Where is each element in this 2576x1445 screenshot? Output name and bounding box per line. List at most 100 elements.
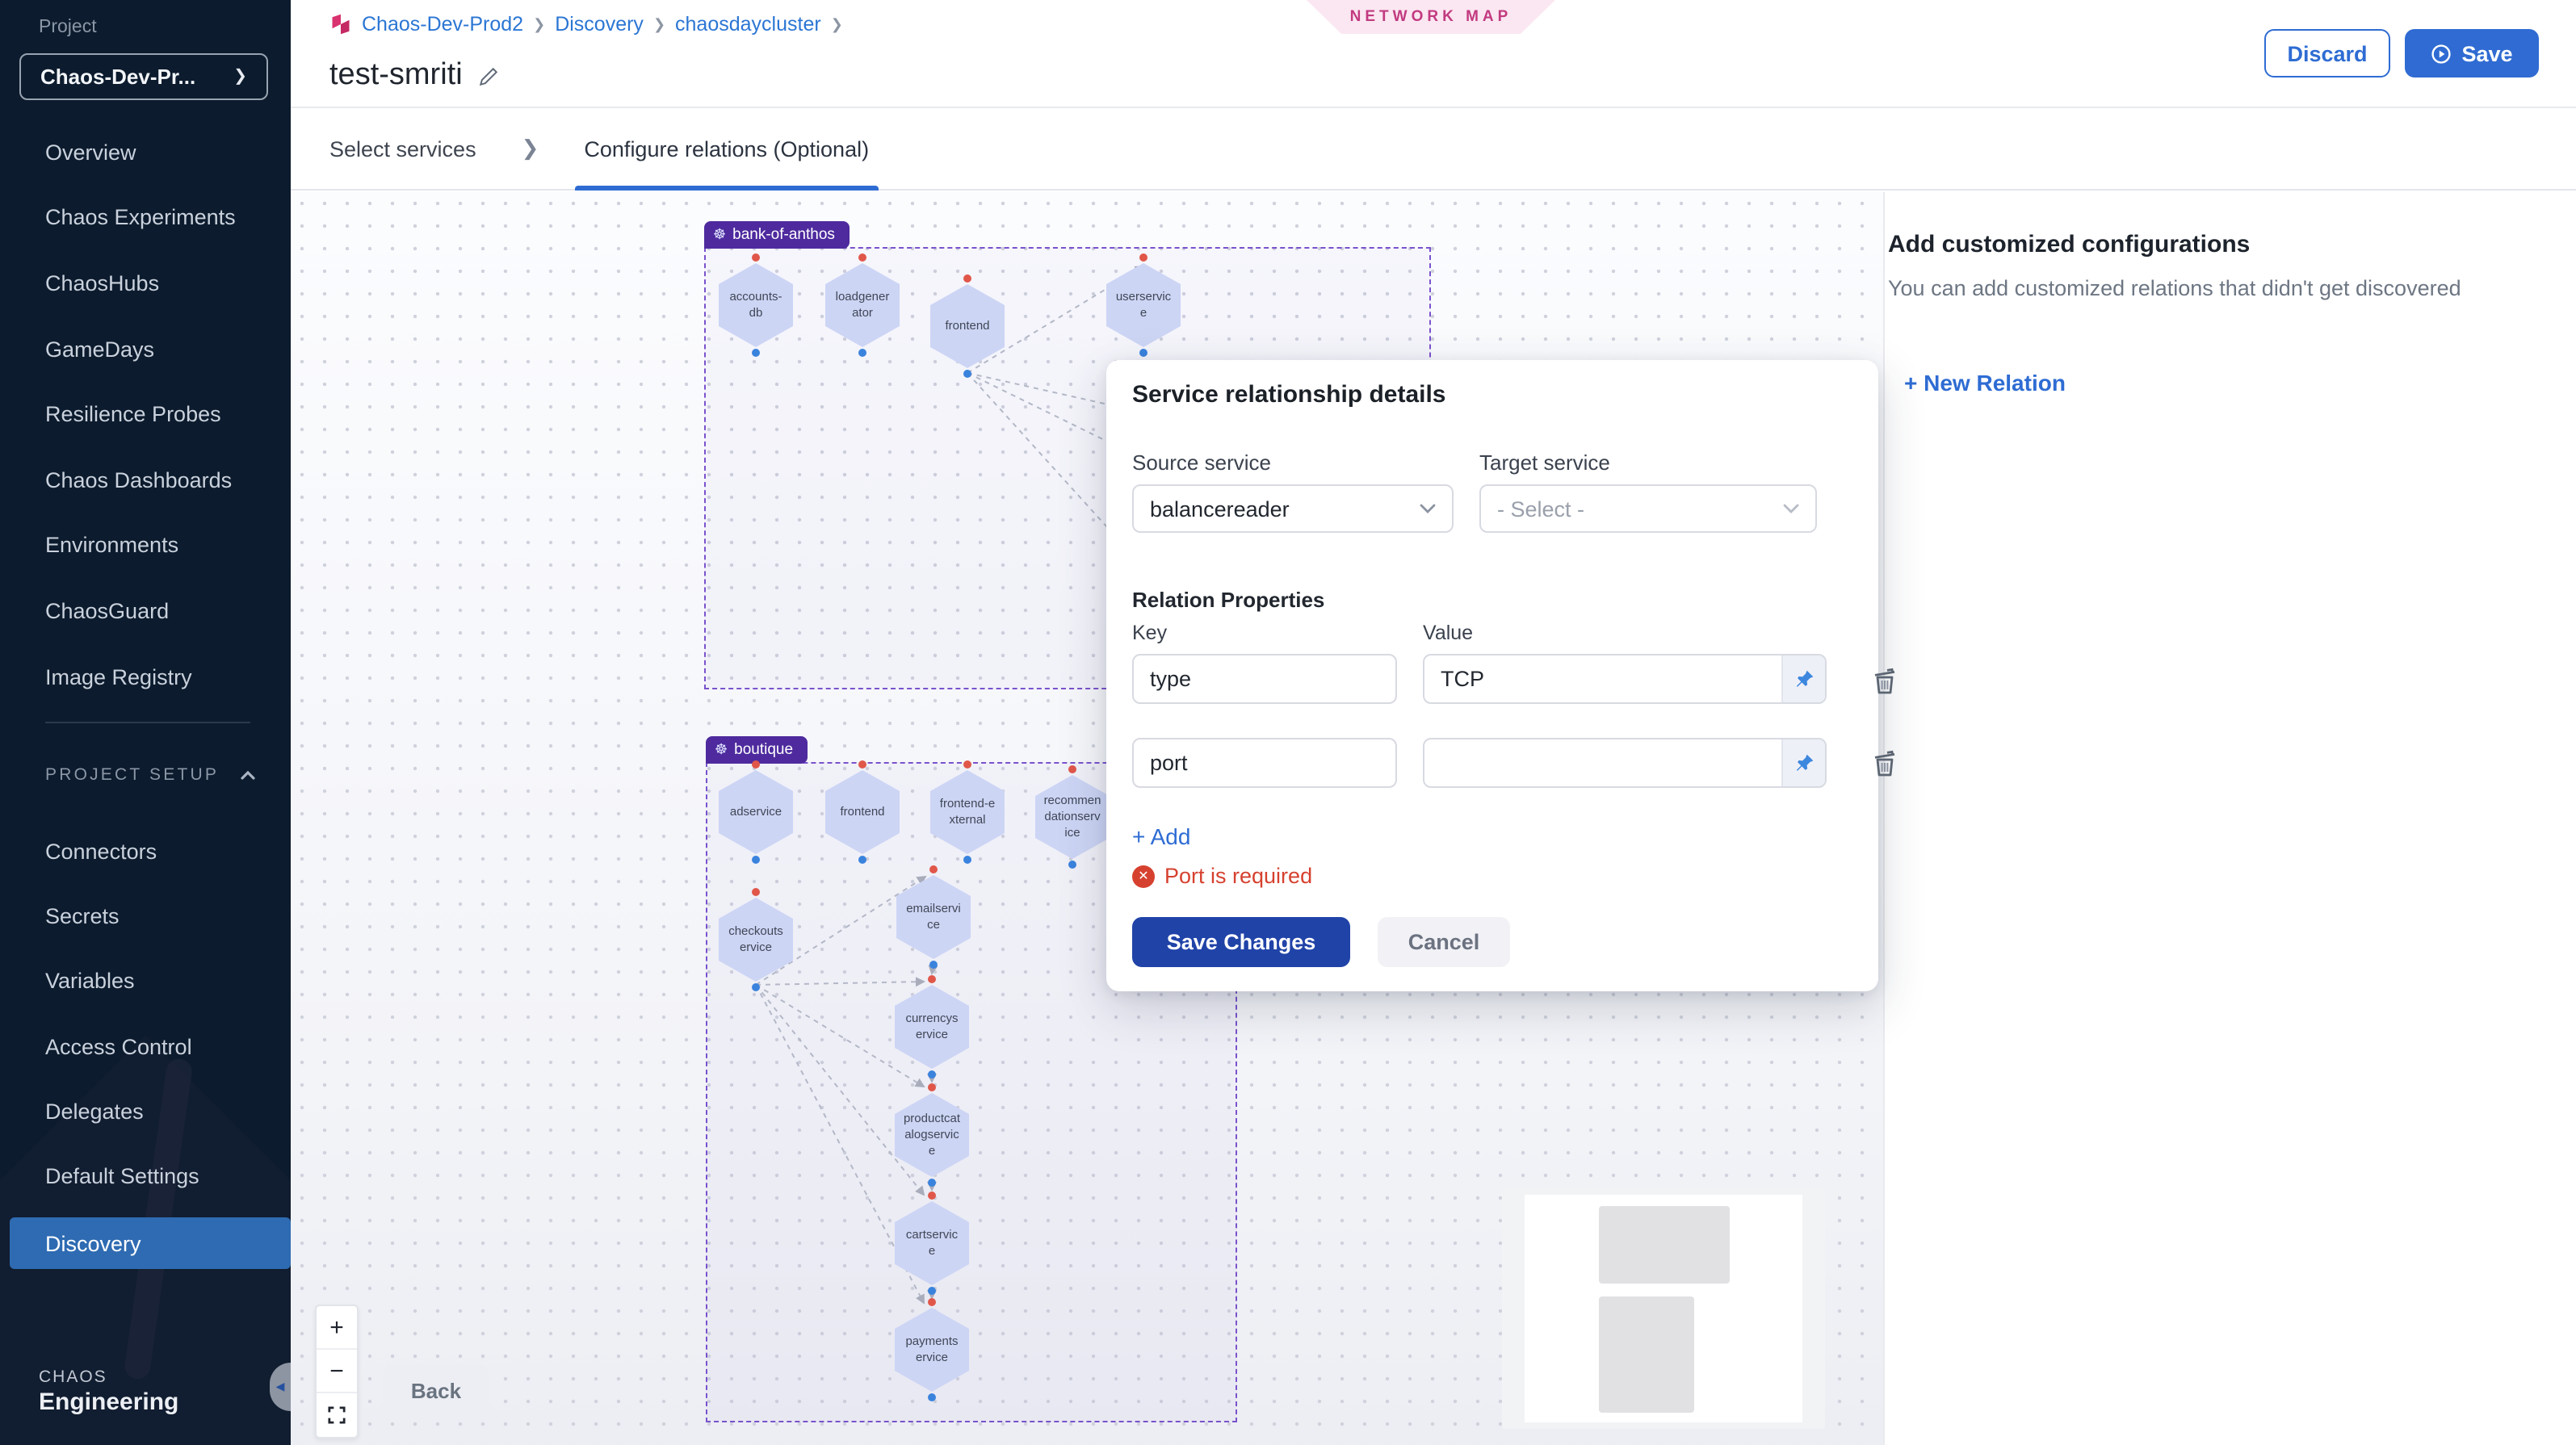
- pin-value-button[interactable]: [1781, 739, 1825, 786]
- chevron-up-icon: [241, 770, 255, 780]
- port-dot-out[interactable]: [928, 1179, 936, 1187]
- save-changes-button[interactable]: Save Changes: [1132, 917, 1350, 967]
- port-dot-in[interactable]: [928, 1192, 936, 1200]
- sidebar-nav: Overview Chaos Experiments ChaosHubs Gam…: [0, 119, 291, 710]
- service-hexagon: loadgenerator: [825, 263, 900, 347]
- sidebar-item-default-settings[interactable]: Default Settings: [0, 1144, 291, 1209]
- tab-select-services[interactable]: Select services: [320, 108, 486, 189]
- port-dot-out[interactable]: [752, 349, 760, 357]
- service-node-paymentservice[interactable]: paymentservice: [895, 1308, 969, 1392]
- new-relation-button[interactable]: + New Relation: [1904, 370, 2550, 396]
- sidebar-item-gamedays[interactable]: GameDays: [0, 316, 291, 382]
- service-node-emailservice[interactable]: emailservice: [896, 875, 971, 959]
- port-dot-in[interactable]: [928, 975, 936, 983]
- service-node-cartservice[interactable]: cartservice: [895, 1201, 969, 1285]
- port-dot-out[interactable]: [1139, 349, 1147, 357]
- target-service-select[interactable]: - Select -: [1479, 484, 1817, 533]
- sidebar-item-chaos-experiments[interactable]: Chaos Experiments: [0, 185, 291, 250]
- port-dot-out[interactable]: [858, 349, 866, 357]
- app-root: Project Chaos-Dev-Pr... ❯ Overview Chaos…: [0, 0, 2576, 1445]
- page-title: test-smriti: [329, 58, 463, 94]
- project-selector[interactable]: Chaos-Dev-Pr... ❯: [19, 53, 268, 100]
- sidebar-item-resilience-probes[interactable]: Resilience Probes: [0, 382, 291, 447]
- relation-key-input-1[interactable]: [1132, 654, 1397, 704]
- zoom-in-button[interactable]: +: [317, 1306, 357, 1350]
- port-dot-in[interactable]: [752, 253, 760, 262]
- port-dot-out[interactable]: [928, 1393, 936, 1401]
- service-hexagon: adservice: [719, 770, 793, 854]
- sidebar-item-image-registry[interactable]: Image Registry: [0, 644, 291, 710]
- zoom-out-button[interactable]: −: [317, 1350, 357, 1393]
- sidebar-item-environments[interactable]: Environments: [0, 513, 291, 578]
- save-button[interactable]: Save: [2405, 29, 2539, 77]
- service-node-userservice[interactable]: userservice: [1106, 263, 1181, 347]
- service-node-frontend-boutique[interactable]: frontend: [825, 770, 900, 854]
- group-badge-boutique[interactable]: ☸ boutique: [705, 736, 808, 764]
- minimap-viewport[interactable]: [1525, 1195, 1802, 1422]
- port-dot-out[interactable]: [752, 856, 760, 864]
- port-dot-out[interactable]: [963, 856, 971, 864]
- service-node-accounts-db[interactable]: accounts-db: [719, 263, 793, 347]
- port-dot-in[interactable]: [752, 760, 760, 769]
- sidebar-item-variables[interactable]: Variables: [0, 949, 291, 1014]
- sidebar-item-chaos-dashboards[interactable]: Chaos Dashboards: [0, 447, 291, 513]
- edit-pencil-icon[interactable]: [479, 65, 500, 86]
- sidebar-item-overview[interactable]: Overview: [0, 119, 291, 185]
- port-dot-out[interactable]: [929, 961, 938, 969]
- port-dot-out[interactable]: [1068, 861, 1076, 869]
- sidebar-item-access-control[interactable]: Access Control: [0, 1014, 291, 1079]
- kubernetes-icon: ☸: [713, 226, 726, 244]
- service-node-productcatalogservice[interactable]: productcatalogservice: [895, 1093, 969, 1177]
- port-dot-in[interactable]: [752, 888, 760, 896]
- service-node-frontend-bank[interactable]: frontend: [930, 284, 1005, 368]
- port-dot-in[interactable]: [858, 253, 866, 262]
- chevron-right-icon: ❯: [522, 108, 539, 189]
- relation-key-input-2[interactable]: [1132, 738, 1397, 788]
- port-dot-in[interactable]: [1139, 253, 1147, 262]
- port-dot-in[interactable]: [858, 760, 866, 769]
- cancel-button[interactable]: Cancel: [1378, 917, 1510, 967]
- fullscreen-button[interactable]: [317, 1393, 357, 1437]
- add-property-link[interactable]: + Add: [1132, 823, 1190, 849]
- relation-value-input-1[interactable]: [1424, 655, 1781, 702]
- kubernetes-icon: ☸: [715, 741, 728, 759]
- discard-button[interactable]: Discard: [2264, 29, 2390, 77]
- port-dot-out[interactable]: [928, 1287, 936, 1295]
- port-dot-in[interactable]: [963, 274, 971, 283]
- service-node-currencyservice[interactable]: currencyservice: [895, 985, 969, 1069]
- sidebar-item-secrets[interactable]: Secrets: [0, 884, 291, 949]
- service-node-adservice[interactable]: adservice: [719, 770, 793, 854]
- service-node-checkoutservice[interactable]: checkoutservice: [719, 898, 793, 982]
- port-dot-in[interactable]: [928, 1083, 936, 1091]
- sidebar-item-chaosguard[interactable]: ChaosGuard: [0, 578, 291, 643]
- back-button[interactable]: Back: [383, 1364, 489, 1416]
- relation-value-input-2[interactable]: [1424, 739, 1781, 786]
- service-node-frontend-external[interactable]: frontend-external: [930, 770, 1005, 854]
- port-dot-in[interactable]: [1068, 765, 1076, 773]
- sidebar-item-delegates[interactable]: Delegates: [0, 1079, 291, 1144]
- service-node-recommendationservice[interactable]: recommendationservice: [1035, 775, 1110, 859]
- tab-configure-relations[interactable]: Configure relations (Optional): [574, 108, 879, 189]
- breadcrumb-discovery-link[interactable]: Discovery: [555, 13, 644, 36]
- port-dot-in[interactable]: [928, 1298, 936, 1306]
- sidebar-item-connectors[interactable]: Connectors: [0, 819, 291, 884]
- service-node-loadgenerator[interactable]: loadgenerator: [825, 263, 900, 347]
- breadcrumb-cluster-link[interactable]: chaosdaycluster: [675, 13, 821, 36]
- port-dot-out[interactable]: [752, 983, 760, 991]
- breadcrumb-project-link[interactable]: Chaos-Dev-Prod2: [362, 13, 523, 36]
- pin-value-button[interactable]: [1781, 655, 1825, 702]
- port-dot-in[interactable]: [929, 865, 938, 873]
- project-setup-section-toggle[interactable]: PROJECT SETUP: [45, 765, 255, 785]
- minimap[interactable]: [1502, 1188, 1825, 1429]
- delete-row-button-1[interactable]: [1869, 665, 1901, 697]
- sidebar-item-discovery[interactable]: Discovery: [10, 1217, 291, 1269]
- port-dot-out[interactable]: [858, 856, 866, 864]
- service-hexagon: accounts-db: [719, 263, 793, 347]
- source-service-select[interactable]: balancereader: [1132, 484, 1454, 533]
- port-dot-in[interactable]: [963, 760, 971, 769]
- port-dot-out[interactable]: [963, 370, 971, 378]
- group-badge-bank-of-anthos[interactable]: ☸ bank-of-anthos: [703, 221, 850, 249]
- sidebar-item-chaoshubs[interactable]: ChaosHubs: [0, 250, 291, 316]
- port-dot-out[interactable]: [928, 1070, 936, 1079]
- delete-row-button-2[interactable]: [1869, 748, 1901, 780]
